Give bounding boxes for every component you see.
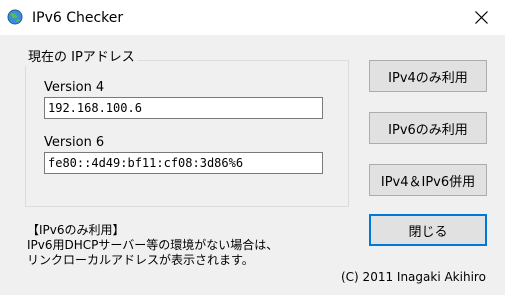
version4-label: Version 4 [44, 80, 105, 95]
ipv4-address-field[interactable]: 192.168.100.6 [44, 97, 323, 119]
dual-stack-button[interactable]: IPv4＆IPv6併用 [369, 164, 487, 196]
app-window: IPv6 Checker 現在の IPアドレス Version 4 192.16… [0, 0, 505, 295]
title-bar[interactable]: IPv6 Checker [0, 0, 505, 35]
copyright-text: (C) 2011 Inagaki Akihiro [341, 270, 486, 284]
ipv6-only-button[interactable]: IPv6のみ利用 [369, 112, 487, 144]
window-title: IPv6 Checker [32, 10, 124, 26]
version6-label: Version 6 [44, 135, 105, 150]
close-icon [475, 11, 488, 24]
close-button[interactable]: 閉じる [369, 214, 487, 246]
note-line-3: リンクローカルアドレスが表示されます。 [27, 253, 254, 267]
note-line-1: 【IPv6のみ利用】 [27, 223, 125, 237]
ipv4-only-button[interactable]: IPv4のみ利用 [369, 60, 487, 92]
globe-icon [7, 9, 23, 25]
ipv6-note: 【IPv6のみ利用】 IPv6用DHCPサーバー等の環境がない場合は、 リンクロ… [27, 223, 278, 268]
group-legend: 現在の IPアドレス [25, 50, 138, 66]
note-line-2: IPv6用DHCPサーバー等の環境がない場合は、 [27, 238, 279, 252]
close-window-button[interactable] [458, 0, 505, 35]
ipv6-address-field[interactable]: fe80::4d49:bf11:cf08:3d86%6 [44, 152, 323, 174]
